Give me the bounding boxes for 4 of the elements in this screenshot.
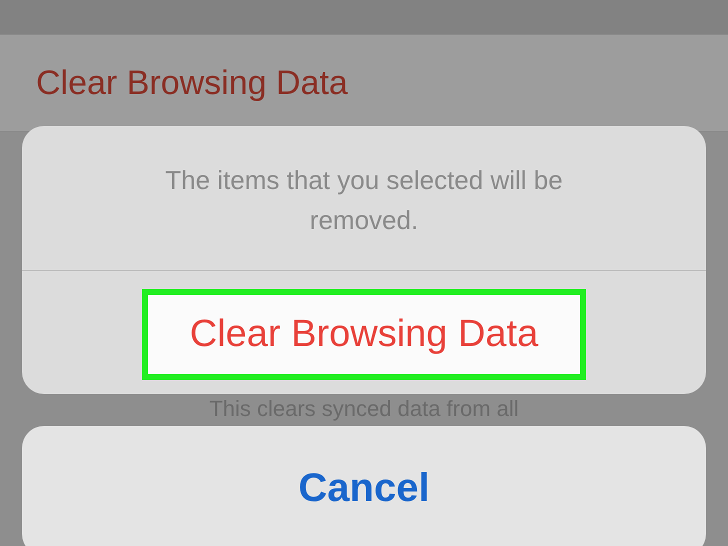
cancel-button[interactable]: Cancel	[22, 426, 706, 546]
sheet-message: The items that you selected will be removed.	[22, 126, 706, 271]
clear-data-button[interactable]: Clear Browsing Data	[142, 289, 586, 380]
row-label: Clear Browsing Data	[36, 64, 348, 102]
